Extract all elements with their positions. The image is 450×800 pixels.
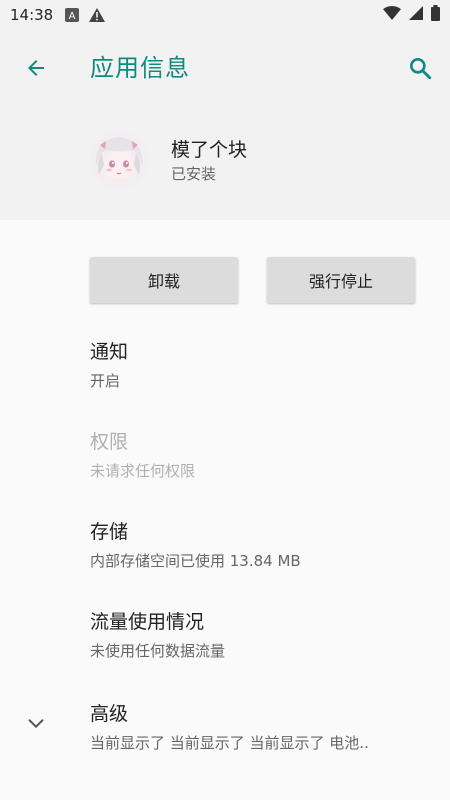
wifi-icon	[383, 6, 401, 24]
permissions-item: 权限 未请求任何权限	[90, 427, 430, 481]
svg-text:A: A	[69, 11, 76, 22]
app-icon	[90, 131, 148, 189]
app-install-status: 已安装	[171, 165, 217, 183]
warning-icon	[89, 8, 106, 22]
search-icon	[410, 58, 432, 80]
page-title: 应用信息	[90, 54, 190, 82]
expand-advanced-button[interactable]	[22, 710, 50, 738]
item-title: 流量使用情况	[90, 611, 205, 633]
item-title: 通知	[90, 341, 129, 363]
notifications-item[interactable]: 通知 开启	[90, 337, 430, 391]
item-summary: 未请求任何权限	[90, 462, 196, 480]
search-button[interactable]	[402, 50, 438, 86]
item-summary: 开启	[90, 372, 121, 390]
item-title: 存储	[90, 521, 129, 543]
item-summary: 当前显示了 当前显示了 当前显示了 电池..	[90, 734, 369, 752]
item-summary: 未使用任何数据流量	[90, 642, 226, 660]
uninstall-button[interactable]: 卸载	[90, 257, 238, 303]
arrow-left-icon	[28, 60, 44, 76]
storage-item[interactable]: 存储 内部存储空间已使用 13.84 MB	[90, 517, 430, 571]
advanced-item[interactable]: 高级 当前显示了 当前显示了 当前显示了 电池..	[90, 699, 430, 753]
item-summary: 内部存储空间已使用 13.84 MB	[90, 552, 301, 570]
app-info-header: 应用信息 模了个块 已安装	[0, 30, 450, 220]
status-time: 14:38	[10, 6, 54, 24]
force-stop-button[interactable]: 强行停止	[267, 257, 415, 303]
app-name: 模了个块	[171, 139, 248, 161]
data-usage-item[interactable]: 流量使用情况 未使用任何数据流量	[90, 607, 430, 661]
status-bar: 14:38 A	[0, 0, 450, 30]
item-title: 权限	[90, 431, 129, 453]
a-notification-icon: A	[65, 8, 80, 22]
signal-icon	[409, 6, 423, 24]
chevron-down-icon	[28, 719, 44, 729]
battery-icon	[431, 5, 440, 25]
back-button[interactable]	[18, 50, 54, 86]
item-title: 高级	[90, 703, 129, 725]
